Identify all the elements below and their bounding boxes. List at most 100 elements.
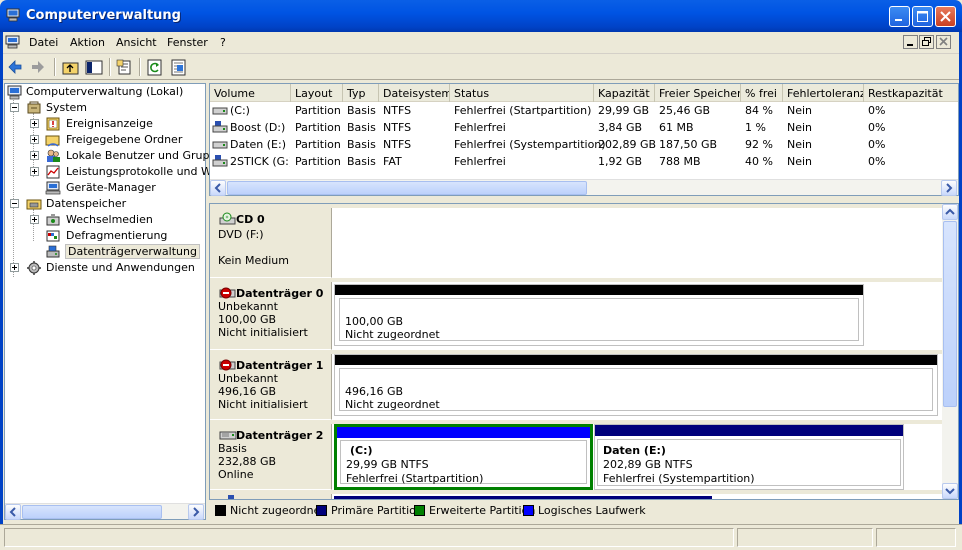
tree-item-freigegebene-ordner[interactable]: Freigegebene Ordner <box>7 132 205 148</box>
tree-item-lokale-benutzer[interactable]: Lokale Benutzer und Gruppen <box>7 148 230 164</box>
menu-bar: Datei Aktion Ansicht Fenster ? <box>0 32 962 54</box>
column-header-fehlertoleranz[interactable]: Fehlertoleranz <box>783 84 864 102</box>
tree-item-computerverwaltung[interactable]: Computerverwaltung (Lokal) <box>7 84 205 100</box>
scroll-left-button[interactable] <box>210 180 226 196</box>
back-button[interactable] <box>5 58 25 77</box>
chevron-down-icon <box>945 488 955 495</box>
disk-drive: DVD (F:) <box>218 228 264 241</box>
disk-size: 496,16 GB <box>218 385 277 398</box>
expand-icon[interactable] <box>10 263 19 272</box>
scroll-up-button[interactable] <box>942 204 958 220</box>
volume-list-horizontal-scrollbar[interactable] <box>210 179 958 196</box>
disk-not-initialized-icon <box>219 359 236 371</box>
menu-help[interactable]: ? <box>220 36 226 49</box>
partition-daten-e[interactable]: Daten (E:) 202,89 GB NTFS Fehlerfrei (Sy… <box>594 424 904 490</box>
child-minimize-button[interactable] <box>903 35 918 49</box>
disk-type: Unbekannt <box>218 300 278 313</box>
disk-info-2[interactable]: Datenträger 2 Basis 232,88 GB Online <box>210 424 332 490</box>
disk-2[interactable]: Datenträger 2 Basis 232,88 GB Online (C:… <box>210 424 942 490</box>
collapse-icon[interactable] <box>10 103 19 112</box>
properties-button[interactable] <box>115 58 135 77</box>
refresh-icon <box>147 59 162 76</box>
expand-icon[interactable] <box>30 151 39 160</box>
volume-free-space: 61 MB <box>659 121 694 134</box>
partition-unallocated[interactable]: 496,16 GB Nicht zugeordnet <box>334 354 938 416</box>
column-header-prozent-frei[interactable]: % frei <box>741 84 783 102</box>
expand-icon[interactable] <box>30 215 39 224</box>
scroll-thumb[interactable] <box>22 505 162 519</box>
partition-size: 496,16 GB <box>345 385 404 398</box>
scroll-left-button[interactable] <box>5 504 21 520</box>
export-list-button[interactable] <box>169 58 189 77</box>
column-header-restkapazitaet[interactable]: Restkapazität <box>864 84 958 102</box>
minimize-button[interactable] <box>889 6 910 27</box>
partition-bar <box>595 425 903 436</box>
child-window-icon[interactable] <box>5 35 21 49</box>
column-header-status[interactable]: Status <box>450 84 594 102</box>
disk-partially-visible[interactable] <box>210 494 942 499</box>
menu-ansicht[interactable]: Ansicht <box>116 36 157 49</box>
expand-icon[interactable] <box>30 135 39 144</box>
partition-size-fs: 202,89 GB NTFS <box>603 458 693 471</box>
scroll-right-button[interactable] <box>188 504 204 520</box>
menu-datei[interactable]: Datei <box>29 36 58 49</box>
partition-unallocated[interactable]: 100,00 GB Nicht zugeordnet <box>334 284 864 346</box>
column-header-freier-speicher[interactable]: Freier Speicher <box>655 84 741 102</box>
volume-capacity: 1,92 GB <box>598 155 643 168</box>
expand-icon[interactable] <box>30 167 39 176</box>
refresh-button[interactable] <box>145 58 165 77</box>
menu-fenster[interactable]: Fenster <box>167 36 208 49</box>
disk-cd0[interactable]: CD 0 DVD (F:) Kein Medium <box>210 208 942 278</box>
scroll-thumb[interactable] <box>227 181 587 195</box>
disk-name: Datenträger 0 <box>236 287 324 300</box>
column-header-typ[interactable]: Typ <box>343 84 379 102</box>
volume-row[interactable]: 2STICK (G:) Partition Basis FAT Fehlerfr… <box>210 153 958 170</box>
tree-item-leistungsprotokolle[interactable]: Leistungsprotokolle und Warnungen <box>7 164 264 180</box>
show-hide-console-tree-button[interactable] <box>84 58 104 77</box>
menu-aktion[interactable]: Aktion <box>70 36 105 49</box>
volume-fault-tolerance: Nein <box>787 155 813 168</box>
tree-item-geraete-manager[interactable]: Geräte-Manager <box>7 180 205 196</box>
volume-filesystem: NTFS <box>383 138 412 151</box>
disk-0[interactable]: Datenträger 0 Unbekannt 100,00 GB Nicht … <box>210 282 942 350</box>
volume-layout: Partition <box>295 155 341 168</box>
status-pane <box>876 528 956 547</box>
column-header-kapazitaet[interactable]: Kapazität <box>594 84 655 102</box>
tree-item-datenspeicher[interactable]: Datenspeicher <box>7 196 205 212</box>
tree-item-system[interactable]: System <box>7 100 205 116</box>
column-header-dateisystem[interactable]: Dateisystem <box>379 84 450 102</box>
column-header-volume[interactable]: Volume <box>210 84 291 102</box>
maximize-icon <box>917 11 928 22</box>
disk-info-1[interactable]: Datenträger 1 Unbekannt 496,16 GB Nicht … <box>210 354 332 420</box>
tree-item-wechselmedien[interactable]: Wechselmedien <box>7 212 205 228</box>
maximize-button[interactable] <box>912 6 933 27</box>
child-restore-button[interactable] <box>919 35 934 49</box>
volume-row[interactable]: (C:) Partition Basis NTFS Fehlerfrei (St… <box>210 102 958 119</box>
disk-1[interactable]: Datenträger 1 Unbekannt 496,16 GB Nicht … <box>210 354 942 420</box>
volume-row[interactable]: Daten (E:) Partition Basis NTFS Fehlerfr… <box>210 136 958 153</box>
forward-button[interactable] <box>28 58 48 77</box>
disk-info-cd0[interactable]: CD 0 DVD (F:) Kein Medium <box>210 208 332 278</box>
tree-item-ereignisanzeige[interactable]: Ereignisanzeige <box>7 116 205 132</box>
scroll-thumb[interactable] <box>943 221 957 407</box>
partition-c[interactable]: (C:) 29,99 GB NTFS Fehlerfrei (Startpart… <box>334 424 593 490</box>
disk-graphical-view: CD 0 DVD (F:) Kein Medium Datenträger 0 … <box>209 203 959 500</box>
device-manager-icon <box>45 181 61 195</box>
minimize-icon <box>907 44 913 46</box>
column-header-layout[interactable]: Layout <box>291 84 343 102</box>
close-button[interactable] <box>935 6 956 27</box>
tree-horizontal-scrollbar[interactable] <box>5 503 205 520</box>
tree-item-dienste-anwendungen[interactable]: Dienste und Anwendungen <box>7 260 205 276</box>
tree-item-defragmentierung[interactable]: Defragmentierung <box>7 228 205 244</box>
volume-row[interactable]: Boost (D:) Partition Basis NTFS Fehlerfr… <box>210 119 958 136</box>
child-close-button[interactable] <box>936 35 951 49</box>
scroll-right-button[interactable] <box>941 180 957 196</box>
scroll-down-button[interactable] <box>942 483 958 499</box>
disk-info-0[interactable]: Datenträger 0 Unbekannt 100,00 GB Nicht … <box>210 282 332 350</box>
expand-icon[interactable] <box>30 119 39 128</box>
up-one-level-button[interactable] <box>61 58 81 77</box>
disk-view-vertical-scrollbar[interactable] <box>942 204 958 499</box>
volume-name: 2STICK (G:) <box>230 155 290 168</box>
tree-item-datentraegerverwaltung[interactable]: Datenträgerverwaltung <box>7 244 205 260</box>
collapse-icon[interactable] <box>10 199 19 208</box>
